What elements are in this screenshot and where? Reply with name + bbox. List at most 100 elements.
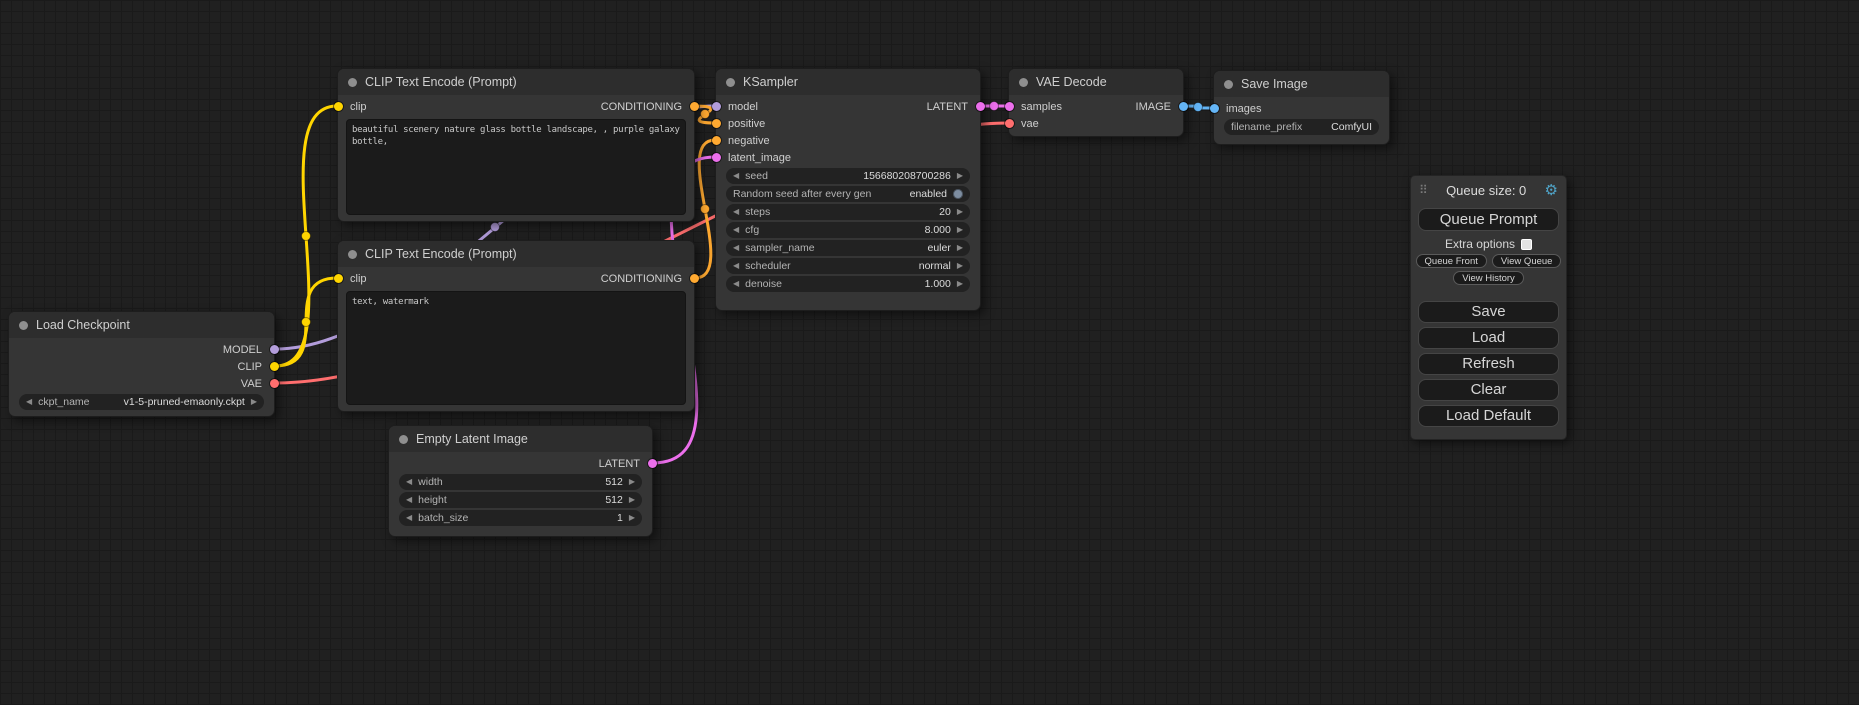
load-default-button[interactable]: Load Default	[1418, 405, 1559, 427]
decrement-arrow-icon[interactable]: ◀	[733, 244, 739, 252]
extra-options-label: Extra options	[1445, 237, 1515, 251]
node-empty-latent-image[interactable]: Empty Latent Image LATENT ◀ width 512 ▶ …	[388, 425, 653, 537]
decrement-arrow-icon[interactable]: ◀	[406, 514, 412, 522]
input-slot-positive[interactable]	[712, 119, 721, 128]
increment-arrow-icon[interactable]: ▶	[957, 244, 963, 252]
decrement-arrow-icon[interactable]: ◀	[733, 280, 739, 288]
output-slot-label: LATENT	[927, 101, 968, 113]
widget-cfg[interactable]: ◀ cfg 8.000 ▶	[726, 222, 970, 238]
widget-label: height	[418, 494, 447, 506]
decrement-arrow-icon[interactable]: ◀	[733, 262, 739, 270]
node-title-bar[interactable]: CLIP Text Encode (Prompt)	[338, 69, 694, 95]
output-slot-conditioning[interactable]	[690, 102, 699, 111]
widget-denoise[interactable]: ◀ denoise 1.000 ▶	[726, 276, 970, 292]
node-vae-decode[interactable]: VAE Decode samples IMAGE vae	[1008, 68, 1184, 137]
widget-sampler-name[interactable]: ◀ sampler_name euler ▶	[726, 240, 970, 256]
widget-height[interactable]: ◀ height 512 ▶	[399, 492, 642, 508]
input-slot-label: images	[1226, 103, 1261, 115]
node-title-bar[interactable]: KSampler	[716, 69, 980, 95]
toggle-ball-icon[interactable]	[953, 189, 963, 199]
increment-arrow-icon[interactable]: ▶	[251, 398, 257, 406]
increment-arrow-icon[interactable]: ▶	[957, 280, 963, 288]
widget-scheduler[interactable]: ◀ scheduler normal ▶	[726, 258, 970, 274]
node-title: VAE Decode	[1036, 75, 1107, 89]
link-midpoint-dot	[990, 102, 999, 111]
input-slot-samples[interactable]	[1005, 102, 1014, 111]
save-button[interactable]: Save	[1418, 301, 1559, 323]
increment-arrow-icon[interactable]: ▶	[957, 208, 963, 216]
input-slot-clip[interactable]	[334, 274, 343, 283]
refresh-button[interactable]: Refresh	[1418, 353, 1559, 375]
node-title-bar[interactable]: Save Image	[1214, 71, 1389, 97]
collapse-dot-icon[interactable]	[1224, 80, 1233, 89]
extra-options-checkbox[interactable]	[1521, 239, 1532, 250]
widget-batch-size[interactable]: ◀ batch_size 1 ▶	[399, 510, 642, 526]
output-slot-vae[interactable]	[270, 379, 279, 388]
collapse-dot-icon[interactable]	[348, 78, 357, 87]
node-save-image[interactable]: Save Image images filename_prefix ComfyU…	[1213, 70, 1390, 145]
prompt-text-area[interactable]: text, watermark	[346, 291, 686, 405]
output-slot-image[interactable]	[1179, 102, 1188, 111]
input-slot-vae[interactable]	[1005, 119, 1014, 128]
collapse-dot-icon[interactable]	[348, 250, 357, 259]
prompt-text-area[interactable]: beautiful scenery nature glass bottle la…	[346, 119, 686, 215]
graph-canvas[interactable]: Load Checkpoint MODEL CLIP VAE ◀ ckpt_na…	[0, 0, 1859, 705]
node-title-bar[interactable]: Load Checkpoint	[9, 312, 274, 338]
decrement-arrow-icon[interactable]: ◀	[406, 478, 412, 486]
node-title-bar[interactable]: VAE Decode	[1009, 69, 1183, 95]
node-title-bar[interactable]: CLIP Text Encode (Prompt)	[338, 241, 694, 267]
output-slot-clip[interactable]	[270, 362, 279, 371]
drag-handle-icon[interactable]: ⠿	[1419, 183, 1428, 197]
node-clip-text-encode-positive[interactable]: CLIP Text Encode (Prompt) clip CONDITION…	[337, 68, 695, 222]
decrement-arrow-icon[interactable]: ◀	[733, 226, 739, 234]
node-load-checkpoint[interactable]: Load Checkpoint MODEL CLIP VAE ◀ ckpt_na…	[8, 311, 275, 417]
view-queue-button[interactable]: View Queue	[1492, 254, 1562, 268]
link-midpoint-dot	[302, 232, 311, 241]
widget-value: 8.000	[925, 224, 951, 236]
widget-random-seed-toggle[interactable]: Random seed after every gen enabled	[726, 186, 970, 202]
widget-label: scheduler	[745, 260, 791, 272]
collapse-dot-icon[interactable]	[726, 78, 735, 87]
decrement-arrow-icon[interactable]: ◀	[26, 398, 32, 406]
increment-arrow-icon[interactable]: ▶	[629, 478, 635, 486]
increment-arrow-icon[interactable]: ▶	[957, 226, 963, 234]
increment-arrow-icon[interactable]: ▶	[629, 496, 635, 504]
output-slot-label: LATENT	[599, 458, 640, 470]
decrement-arrow-icon[interactable]: ◀	[406, 496, 412, 504]
node-ksampler[interactable]: KSampler model LATENT positive negative …	[715, 68, 981, 311]
widget-label: filename_prefix	[1231, 121, 1302, 133]
view-history-button[interactable]: View History	[1453, 271, 1524, 285]
increment-arrow-icon[interactable]: ▶	[957, 172, 963, 180]
widget-steps[interactable]: ◀ steps 20 ▶	[726, 204, 970, 220]
input-slot-latent-image[interactable]	[712, 153, 721, 162]
increment-arrow-icon[interactable]: ▶	[957, 262, 963, 270]
collapse-dot-icon[interactable]	[19, 321, 28, 330]
input-slot-clip[interactable]	[334, 102, 343, 111]
settings-gear-icon[interactable]: ⚙	[1545, 183, 1558, 198]
widget-seed[interactable]: ◀ seed 156680208700286 ▶	[726, 168, 970, 184]
widget-width[interactable]: ◀ width 512 ▶	[399, 474, 642, 490]
input-slot-model[interactable]	[712, 102, 721, 111]
input-slot-images[interactable]	[1210, 104, 1219, 113]
load-button[interactable]: Load	[1418, 327, 1559, 349]
input-slot-negative[interactable]	[712, 136, 721, 145]
queue-prompt-button[interactable]: Queue Prompt	[1418, 208, 1559, 231]
widget-ckpt-name[interactable]: ◀ ckpt_name v1-5-pruned-emaonly.ckpt ▶	[19, 394, 264, 410]
increment-arrow-icon[interactable]: ▶	[629, 514, 635, 522]
node-clip-text-encode-negative[interactable]: CLIP Text Encode (Prompt) clip CONDITION…	[337, 240, 695, 412]
decrement-arrow-icon[interactable]: ◀	[733, 172, 739, 180]
node-title-bar[interactable]: Empty Latent Image	[389, 426, 652, 452]
output-slot-latent[interactable]	[976, 102, 985, 111]
queue-front-button[interactable]: Queue Front	[1416, 254, 1487, 268]
collapse-dot-icon[interactable]	[1019, 78, 1028, 87]
clear-button[interactable]: Clear	[1418, 379, 1559, 401]
collapse-dot-icon[interactable]	[399, 435, 408, 444]
widget-label: sampler_name	[745, 242, 814, 254]
decrement-arrow-icon[interactable]: ◀	[733, 208, 739, 216]
output-slot-conditioning[interactable]	[690, 274, 699, 283]
output-slot-latent[interactable]	[648, 459, 657, 468]
widget-label: batch_size	[418, 512, 468, 524]
widget-value: 20	[939, 206, 951, 218]
output-slot-model[interactable]	[270, 345, 279, 354]
widget-filename-prefix[interactable]: filename_prefix ComfyUI	[1224, 119, 1379, 135]
